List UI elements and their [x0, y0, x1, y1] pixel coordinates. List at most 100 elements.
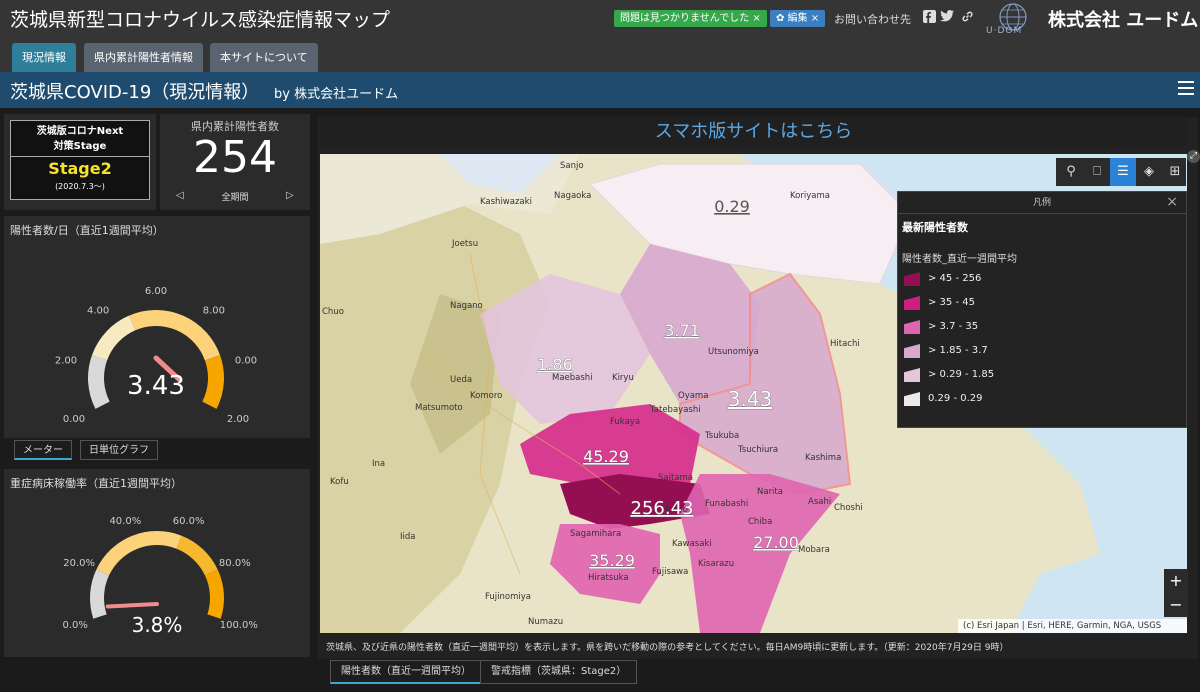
bed-occupancy-gauge: 0.0% 20.0% 40.0% 60.0% 80.0% 100.0% 3.8% [63, 516, 258, 637]
place-label: Koriyama [790, 191, 830, 201]
place-label: Maebashi [552, 373, 593, 383]
tab-current-status[interactable]: 現況情報 [12, 43, 76, 72]
gauge-tick-label: 0.0% [63, 620, 88, 631]
legend-swatch [904, 392, 920, 406]
place-label: Numazu [528, 617, 563, 627]
region-value-label: 45.29 [583, 447, 629, 466]
region-value-label: 3.71 [664, 321, 700, 340]
company-logo-text: U·DOM [986, 26, 1023, 36]
place-label: Nagaoka [554, 191, 591, 201]
legend-swatch [904, 320, 920, 334]
tab-about-site[interactable]: 本サイトについて [210, 43, 318, 72]
place-label: Joetsu [451, 239, 478, 249]
cumulative-value: 254 [193, 132, 277, 183]
place-label: Fukaya [610, 417, 640, 427]
map-description: 茨城県、及び近県の陽性者数（直近一週間平均）を表示します。県を跨いだ移動の際の参… [326, 643, 1009, 653]
gauge-tick-label: 60.0% [173, 516, 205, 527]
place-label: Hitachi [830, 339, 860, 349]
company-name: 株式会社 ユードム [1048, 10, 1199, 31]
place-label: Mobara [798, 545, 830, 555]
place-label: Kiryu [612, 373, 634, 383]
close-icon[interactable]: × [1166, 194, 1178, 210]
gauge-band [176, 535, 218, 576]
gauge-tick-label: 0.00 [63, 414, 85, 425]
stage-date: (2020.7.3〜) [55, 182, 105, 191]
stage-value: Stage2 [48, 159, 112, 178]
legend-swatch [904, 368, 920, 382]
region-value-label: 0.29 [714, 197, 750, 216]
place-label: Fujinomiya [485, 592, 531, 602]
gauge-tick-label: 8.00 [203, 306, 225, 317]
place-label: Iida [400, 532, 415, 542]
gauge-tick-label: 6.00 [145, 286, 167, 297]
zoom-in-button[interactable]: + [1164, 569, 1188, 593]
gauge-tick-label: 0.00 [235, 356, 257, 367]
legend-label: > 45 - 256 [928, 273, 982, 284]
region-value-label: 256.43 [631, 498, 694, 519]
place-label: Kisarazu [698, 559, 734, 569]
map-attribution: (c) Esri Japan | Esri, HERE, Garmin, NGA… [958, 619, 1187, 633]
tab-daily-graph[interactable]: 日単位グラフ [80, 440, 158, 460]
legend-label: > 0.29 - 1.85 [928, 369, 995, 380]
region-value-label: 3.43 [728, 387, 773, 411]
stage-heading-line1: 茨城版コロナNext [36, 126, 124, 137]
place-label: Chuo [322, 307, 344, 317]
legend-subtitle: 陽性者数_直近一週間平均 [902, 254, 1017, 265]
hamburger-menu-icon[interactable] [1178, 81, 1194, 97]
legend-swatch [904, 344, 920, 358]
tab-meter[interactable]: メーター [14, 440, 72, 460]
daily-positives-gauge-title: 陽性者数/日（直近1週間平均） [10, 224, 164, 237]
place-label: Kofu [330, 477, 349, 487]
place-label: Hiratsuka [588, 573, 629, 583]
edit-button[interactable]: ✿ 編集 × [770, 10, 826, 27]
search-icon[interactable]: ⚲ [1058, 158, 1084, 186]
notice-badge[interactable]: 問題は見つかりませんでした × [614, 10, 767, 27]
map-legend: 凡例 × 最新陽性者数 陽性者数_直近一週間平均 > 45 - 256 > 35 … [897, 191, 1187, 428]
gauge-band [202, 354, 224, 409]
bookmark-icon[interactable]: ⎕ [1084, 158, 1110, 186]
map-toolbar: ⚲ ⎕ ☰ ◈ ⊞ [1056, 158, 1186, 186]
facebook-icon[interactable] [922, 10, 936, 24]
zoom-out-button[interactable]: − [1164, 593, 1188, 617]
gauge-needle [105, 602, 159, 609]
place-label: Tsuchiura [737, 445, 778, 455]
stage-heading: 茨城版コロナNext 対策Stage [11, 121, 149, 157]
region-value-label: 1.86 [537, 355, 573, 374]
gauge-band [204, 569, 224, 619]
legend-header: 凡例 [898, 192, 1186, 214]
daily-positives-gauge: 0.00 2.00 4.00 6.00 8.00 0.00 2.00 3.43 [55, 286, 257, 425]
legend-label: > 35 - 45 [928, 297, 975, 308]
legend-label: > 1.85 - 3.7 [928, 345, 988, 356]
place-label: Funabashi [705, 499, 748, 509]
place-label: Utsunomiya [708, 347, 759, 357]
gauge-band [92, 315, 136, 361]
daily-positives-gauge-value: 3.43 [127, 371, 185, 401]
gauge-band [90, 569, 110, 619]
next-period-icon[interactable]: ▷ [286, 190, 294, 201]
place-label: Kashima [805, 453, 841, 463]
layers-icon[interactable]: ◈ [1136, 158, 1162, 186]
basemap-gallery-icon[interactable]: ⊞ [1162, 158, 1188, 186]
region-value-label: 27.00 [753, 533, 799, 552]
place-label: Sagamihara [570, 529, 621, 539]
twitter-icon[interactable] [940, 10, 954, 24]
place-label: Ueda [450, 375, 472, 385]
gauge-tick-label: 4.00 [87, 306, 109, 317]
legend-list-icon[interactable]: ☰ [1110, 158, 1136, 186]
contact-link[interactable]: お問い合わせ先 [834, 11, 911, 27]
place-label: Tsukuba [704, 431, 739, 441]
tab-alert-indicator[interactable]: 警戒指標（茨城県：Stage2） [480, 660, 638, 684]
dashboard-title-bar: 茨城県COVID-19（現況情報） by 株式会社ユードム [0, 72, 1200, 108]
bed-occupancy-gauge-title: 重症病床稼働率（直近1週間平均） [10, 477, 182, 490]
expand-icon[interactable]: ⤢ [1187, 150, 1200, 163]
smartphone-site-link[interactable]: スマホ版サイトはこちら [320, 118, 1187, 146]
tab-cumulative-positives[interactable]: 県内累計陽性者情報 [84, 43, 203, 72]
tab-positive-weekly-average[interactable]: 陽性者数（直近一週間平均） [330, 660, 482, 684]
gauge-band [88, 354, 110, 409]
legend-label: > 3.7 - 35 [928, 321, 979, 332]
legend-title: 最新陽性者数 [902, 221, 968, 234]
place-label: Saitama [658, 473, 693, 483]
place-label: Oyama [678, 391, 708, 401]
place-label: Tatebayashi [649, 405, 701, 415]
link-icon[interactable] [960, 10, 974, 24]
